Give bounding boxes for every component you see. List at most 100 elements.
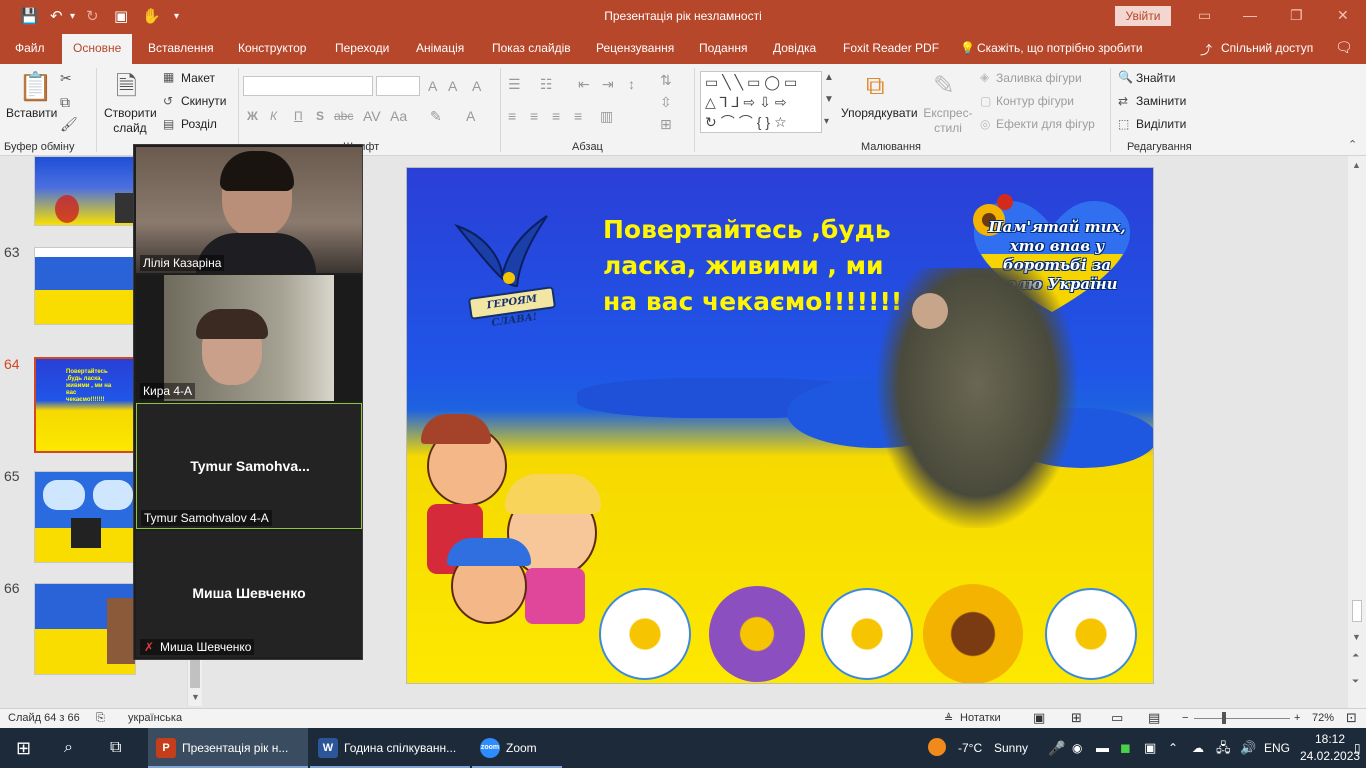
arrange-button[interactable]: Упорядкувати [841,106,918,120]
reset-button[interactable]: Скинути [181,94,226,108]
bullets-icon[interactable]: ☰ [508,76,521,93]
shapes-gallery[interactable]: ▭╲╲▭◯▭ △⅂⅃⇨⇩⇨ ↻⌒⌒{}☆ [700,71,822,133]
new-slide-button[interactable]: Створити слайд [104,106,157,136]
char-spacing-icon[interactable]: AV [363,108,381,124]
scroll-thumb[interactable] [1352,600,1362,622]
taskbar-app-zoom[interactable]: zoom Zoom [472,728,562,768]
folder-tray-icon[interactable]: ▬ [1096,728,1109,768]
slideshow-view-icon[interactable]: ▤ [1148,710,1160,726]
slide-thumbnail-65[interactable] [34,471,136,563]
share-button[interactable]: Спільний доступ [1221,41,1313,55]
notes-button[interactable]: Нотатки [960,712,1001,724]
smartart-icon[interactable]: ⊞ [660,116,672,133]
tab-foxit[interactable]: Foxit Reader PDF [843,41,939,55]
underline-button[interactable]: П [294,109,303,123]
ribbon-display-options-icon[interactable]: ▭ [1198,7,1211,24]
tab-home[interactable]: Основне [62,34,133,64]
gallery-more-icon[interactable]: ▾ [824,116,829,127]
align-text-icon[interactable]: ⇳ [660,94,672,111]
participant-tile[interactable]: Лілія Казаріна [136,147,362,273]
notifications-icon[interactable]: ▯ [1354,728,1361,768]
taskbar-app-powerpoint[interactable]: P Презентація рік н... [148,728,308,768]
increase-font-icon[interactable]: A [428,78,437,94]
line-spacing-icon[interactable]: ↕ [628,76,635,92]
zoom-slider-thumb[interactable] [1222,712,1226,724]
slide-canvas[interactable]: ГЕРОЯМ СЛАВА! Повертайтесь ,будь ласка, … [406,167,1154,684]
tab-design[interactable]: Конструктор [238,41,306,55]
columns-icon[interactable]: ▥ [600,108,613,125]
cut-icon[interactable]: ✂ [60,70,72,87]
task-view-icon[interactable]: ⧉ [110,728,121,768]
tab-transitions[interactable]: Переходи [335,41,389,55]
paste-icon[interactable]: 📋 [18,70,53,103]
weather-temperature[interactable]: -7°C [958,728,982,768]
fit-to-window-icon[interactable]: ⊡ [1346,710,1357,726]
align-center-icon[interactable]: ≡ [530,108,538,124]
select-button[interactable]: Виділити [1136,117,1186,131]
quick-styles-icon[interactable]: ✎ [933,70,955,101]
justify-icon[interactable]: ≡ [574,108,582,124]
tab-slideshow[interactable]: Показ слайдів [492,41,571,55]
tab-view[interactable]: Подання [699,41,747,55]
arrange-icon[interactable]: ⧉ [866,70,885,102]
tab-animations[interactable]: Анімація [416,41,464,55]
shape-outline-button[interactable]: Контур фігури [996,94,1074,108]
zoom-out-icon[interactable]: − [1182,712,1188,724]
zoom-in-icon[interactable]: + [1294,712,1300,724]
quick-styles-button[interactable]: Експрес-стилі [920,106,976,136]
participant-tile[interactable]: Миша Шевченко Миша Шевченко ✗ [136,531,362,657]
highlight-icon[interactable]: ✎ [430,108,442,125]
volume-icon[interactable]: 🔊 [1240,728,1256,768]
sign-in-button[interactable]: Увійти [1115,6,1171,26]
align-left-icon[interactable]: ≡ [508,108,516,124]
shadow-button[interactable]: S [316,109,324,123]
zoom-tray-icon[interactable]: ◉ [1072,728,1082,768]
shape-fill-button[interactable]: Заливка фігури [996,71,1082,85]
taskbar-app-word[interactable]: W Година спілкуванн... [310,728,470,768]
text-direction-icon[interactable]: ⇅ [660,72,672,89]
scroll-down-icon[interactable]: ▼ [1352,632,1361,642]
maximize-button[interactable]: ❐ [1290,7,1303,24]
network-icon[interactable]: 🖧 [1216,728,1231,768]
font-name-combo[interactable] [243,76,373,96]
slide-vertical-scrollbar[interactable]: ▲ ▼ ⏶ ⏷ [1348,156,1366,708]
section-button[interactable]: Розділ [181,117,217,131]
align-right-icon[interactable]: ≡ [552,108,560,124]
zoom-level[interactable]: 72% [1312,712,1334,724]
format-painter-icon[interactable]: 🖌 [60,116,78,133]
windows-start-icon[interactable]: ⊞ [16,728,31,768]
font-color-icon[interactable]: A [466,108,475,124]
green-tray-icon[interactable]: ◼ [1120,728,1131,768]
slide-headline[interactable]: Повертайтесь ,будь ласка, живими , ми на… [603,212,903,320]
copy-icon[interactable]: ⧉ [60,94,70,111]
microphone-icon[interactable]: 🎤 [1048,728,1065,768]
comments-icon[interactable]: 🗨 [1335,39,1353,56]
clock[interactable]: 18:12 24.02.2023 [1300,731,1360,765]
minimize-button[interactable]: — [1243,7,1257,23]
slide-thumbnail-63[interactable] [34,247,136,325]
show-hidden-icons[interactable]: ⌃ [1168,728,1178,768]
replace-button[interactable]: Замінити [1136,94,1186,108]
tab-insert[interactable]: Вставлення [148,41,214,55]
tell-me-search[interactable]: Скажіть, що потрібно зробити [977,41,1143,55]
slide-sorter-icon[interactable]: ⊞ [1071,710,1082,726]
paste-button[interactable]: Вставити [6,106,57,120]
gallery-down-icon[interactable]: ▼ [824,94,834,105]
font-size-combo[interactable] [376,76,420,96]
participant-tile[interactable]: Кира 4-А [136,275,362,401]
previous-slide-icon[interactable]: ⏶ [1352,650,1359,661]
find-button[interactable]: Знайти [1136,71,1175,85]
clear-format-icon[interactable]: A [472,78,481,94]
bold-button[interactable]: Ж [247,109,258,123]
slide-thumbnail-66[interactable] [34,583,136,675]
tab-help[interactable]: Довідка [773,41,816,55]
close-button[interactable]: ✕ [1337,7,1349,24]
italic-button[interactable]: К [270,109,277,123]
reading-view-icon[interactable]: ▭ [1111,710,1123,726]
gallery-up-icon[interactable]: ▲ [824,72,834,83]
search-icon[interactable]: ⌕ [64,728,73,768]
language-indicator[interactable]: українська [128,712,182,724]
collapse-ribbon-icon[interactable]: ⌃ [1348,138,1357,151]
app-tray-icon[interactable]: ▣ [1144,728,1156,768]
change-case-icon[interactable]: Aa [390,108,407,124]
